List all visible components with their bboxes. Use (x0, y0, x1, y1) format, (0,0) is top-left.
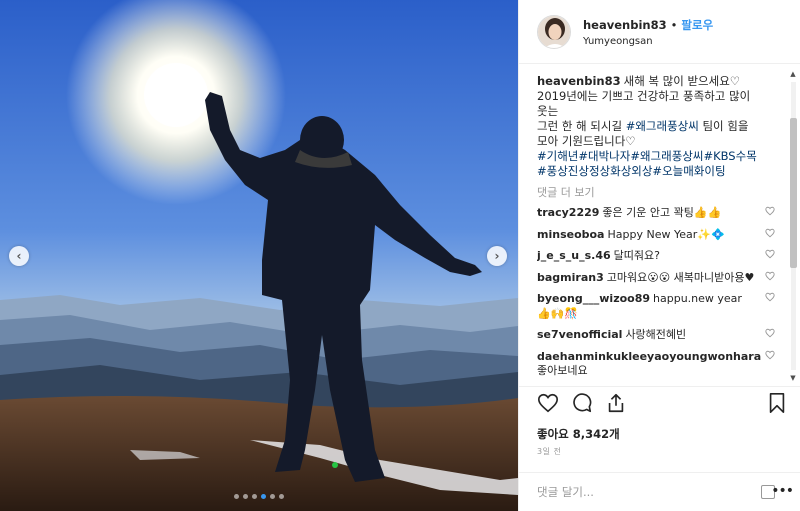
add-comment-section: ••• (519, 472, 800, 511)
comment-item: minseoboa Happy New Year✨💠 (537, 228, 775, 243)
heart-icon[interactable] (537, 392, 559, 414)
next-photo-button[interactable]: › (487, 246, 507, 266)
comment-username[interactable]: bagmiran3 (537, 271, 604, 284)
hashtag-links[interactable]: #기해년#대박나자#왜그래풍상씨#KBS수목 (537, 149, 757, 163)
comment-item: j_e_s_u_s.46 달띠줘요? (537, 249, 775, 264)
post-sidebar: heavenbin83 • 팔로우 Yumyeongsan heavenbin8… (518, 0, 800, 511)
comment-text: 사랑해전혜빈 (625, 328, 687, 341)
comment-item: se7venofficial 사랑해전혜빈 (537, 328, 775, 343)
comment-username[interactable]: se7venofficial (537, 328, 622, 341)
comment-like-heart-icon[interactable] (765, 350, 775, 360)
comment-like-heart-icon[interactable] (765, 292, 775, 302)
comment-like-heart-icon[interactable] (765, 206, 775, 216)
more-options-button[interactable]: ••• (771, 483, 794, 499)
post-photo: ‹ › (0, 0, 518, 511)
carousel-dot (243, 494, 248, 499)
carousel-dot (234, 494, 239, 499)
comment-item: bagmiran3 고마워요😮😮 새복마니받아용♥ (537, 271, 775, 286)
comment-text: 달띠줘요? (613, 249, 660, 262)
chevron-left-icon: ‹ (16, 249, 22, 263)
comment-username[interactable]: tracy2229 (537, 206, 599, 219)
hashtag-link[interactable]: #왜그래풍상씨 (626, 119, 699, 133)
comment-item: byeong___wizoo89 happu.new year👍🙌🎊 (537, 292, 775, 321)
comments-list: heavenbin83 새해 복 많이 받으세요♡ 2019년에는 기쁘고 건강하… (537, 74, 775, 386)
carousel-dot (261, 494, 266, 499)
caption-username[interactable]: heavenbin83 (537, 74, 621, 88)
comment-text: 고마워요😮😮 새복마니받아용♥ (606, 270, 755, 284)
post-timestamp[interactable]: 3일 전 (537, 446, 561, 457)
action-bar (519, 386, 800, 420)
separator-dot: • (670, 17, 678, 32)
comment-like-heart-icon[interactable] (765, 249, 775, 259)
scrollbar-thumb[interactable] (790, 118, 797, 268)
carousel-dot (279, 494, 284, 499)
comments-scrollbar[interactable]: ▲ ▼ (789, 70, 797, 382)
comment-like-heart-icon[interactable] (765, 228, 775, 238)
comment-icon[interactable] (571, 392, 593, 414)
avatar[interactable] (537, 14, 571, 49)
post-caption: heavenbin83 새해 복 많이 받으세요♡ 2019년에는 기쁘고 건강하… (537, 74, 757, 178)
comment-item: tracy2229 좋은 기운 안고 꽉팅👍👍 (537, 206, 775, 221)
comment-like-heart-icon[interactable] (765, 328, 775, 338)
view-more-comments-button[interactable]: 댓글 더 보기 (537, 184, 775, 200)
like-count[interactable]: 좋아요 8,342개 (537, 426, 620, 442)
carousel-dot (252, 494, 257, 499)
post-location[interactable]: Yumyeongsan (583, 36, 713, 47)
chevron-right-icon: › (494, 249, 500, 263)
comment-text: Happy New Year✨💠 (607, 227, 725, 241)
comment-username[interactable]: daehanminkukleeyaoyoungwonhara (537, 350, 761, 363)
comment-item: daehanminkukleeyaoyoungwonhara좋아보네요 (537, 350, 775, 379)
post-header: heavenbin83 • 팔로우 Yumyeongsan (519, 0, 800, 64)
comment-username[interactable]: byeong___wizoo89 (537, 292, 650, 305)
comment-text: 좋은 기운 안고 꽉팅👍👍 (602, 206, 722, 219)
comment-username[interactable]: j_e_s_u_s.46 (537, 249, 611, 262)
hashtag-links[interactable]: #풍상진상정상화상외상#오늘매화이팅 (537, 164, 726, 178)
previous-photo-button[interactable]: ‹ (9, 246, 29, 266)
carousel-dot (270, 494, 275, 499)
sunset-photo (0, 0, 518, 511)
comment-text: 좋아보네요 (537, 364, 588, 377)
comment-input[interactable] (537, 485, 747, 499)
follow-button[interactable]: 팔로우 (681, 17, 713, 33)
comment-like-heart-icon[interactable] (765, 271, 775, 281)
post-author-username[interactable]: heavenbin83 (583, 18, 667, 32)
comment-username[interactable]: minseoboa (537, 228, 604, 241)
bookmark-icon[interactable] (767, 392, 787, 414)
carousel-indicator (0, 494, 518, 499)
share-icon[interactable] (605, 392, 627, 414)
